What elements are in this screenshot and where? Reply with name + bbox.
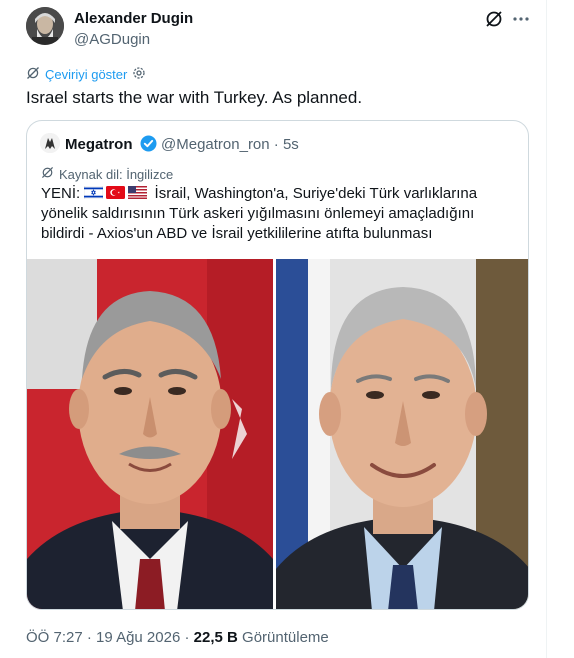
quote-photo-left[interactable] [27, 259, 273, 609]
translate-icon [41, 166, 54, 182]
usa-flag-icon [128, 185, 148, 199]
footer-separator: · [184, 629, 190, 646]
translate-icon [26, 66, 40, 83]
quote-author-name[interactable]: Megatron [65, 136, 133, 153]
views-label: Görüntüleme [242, 629, 329, 646]
translate-label: Çeviriyi göster [45, 66, 128, 82]
quote-photo-right[interactable] [276, 259, 528, 609]
quote-source-language: Kaynak dil: İngilizce [41, 166, 173, 182]
tweet-timestamp[interactable]: ÖÖ 7:27 · 19 Ağu 2026 [26, 629, 180, 646]
quote-text: YENİ: İsrail, Washington'a, Suriye'deki … [41, 184, 519, 244]
tweet-time: ÖÖ 7:27 [26, 629, 83, 646]
quote-author-meta: @Megatron_ron · 5s [161, 136, 299, 153]
quoted-tweet[interactable]: Megatron @Megatron_ron · 5s Kaynak dil: … [26, 120, 529, 610]
tweet-container: Alexander Dugin @AGDugin Çeviriyi göster [0, 0, 547, 658]
author-name[interactable]: Alexander Dugin [74, 10, 193, 27]
israel-flag-icon [84, 185, 104, 200]
more-icon[interactable] [511, 9, 531, 29]
author-avatar[interactable] [26, 7, 64, 45]
verified-badge-icon [140, 135, 157, 152]
tweet-footer: ÖÖ 7:27 · 19 Ağu 2026 · 22,5 B Görüntüle… [26, 629, 329, 646]
quote-author-handle[interactable]: @Megatron_ron [161, 136, 270, 153]
turkey-flag-icon [106, 185, 126, 199]
source-language-label: Kaynak dil: İngilizce [59, 166, 174, 182]
quote-prefix: YENİ: [41, 185, 81, 202]
footer-separator: · [86, 629, 92, 646]
translate-link[interactable]: Çeviriyi göster [26, 66, 146, 82]
settings-gear-icon[interactable] [132, 66, 146, 83]
tweet-text: Israel starts the war with Turkey. As pl… [26, 88, 363, 107]
views-count: 22,5 B [193, 629, 238, 646]
quote-author-avatar[interactable] [40, 133, 60, 153]
quote-time[interactable]: 5s [283, 136, 299, 153]
author-handle[interactable]: @AGDugin [74, 31, 150, 48]
tweet-date: 19 Ağu 2026 [96, 629, 181, 646]
quote-separator: · [273, 136, 279, 153]
grok-icon[interactable] [484, 9, 504, 29]
